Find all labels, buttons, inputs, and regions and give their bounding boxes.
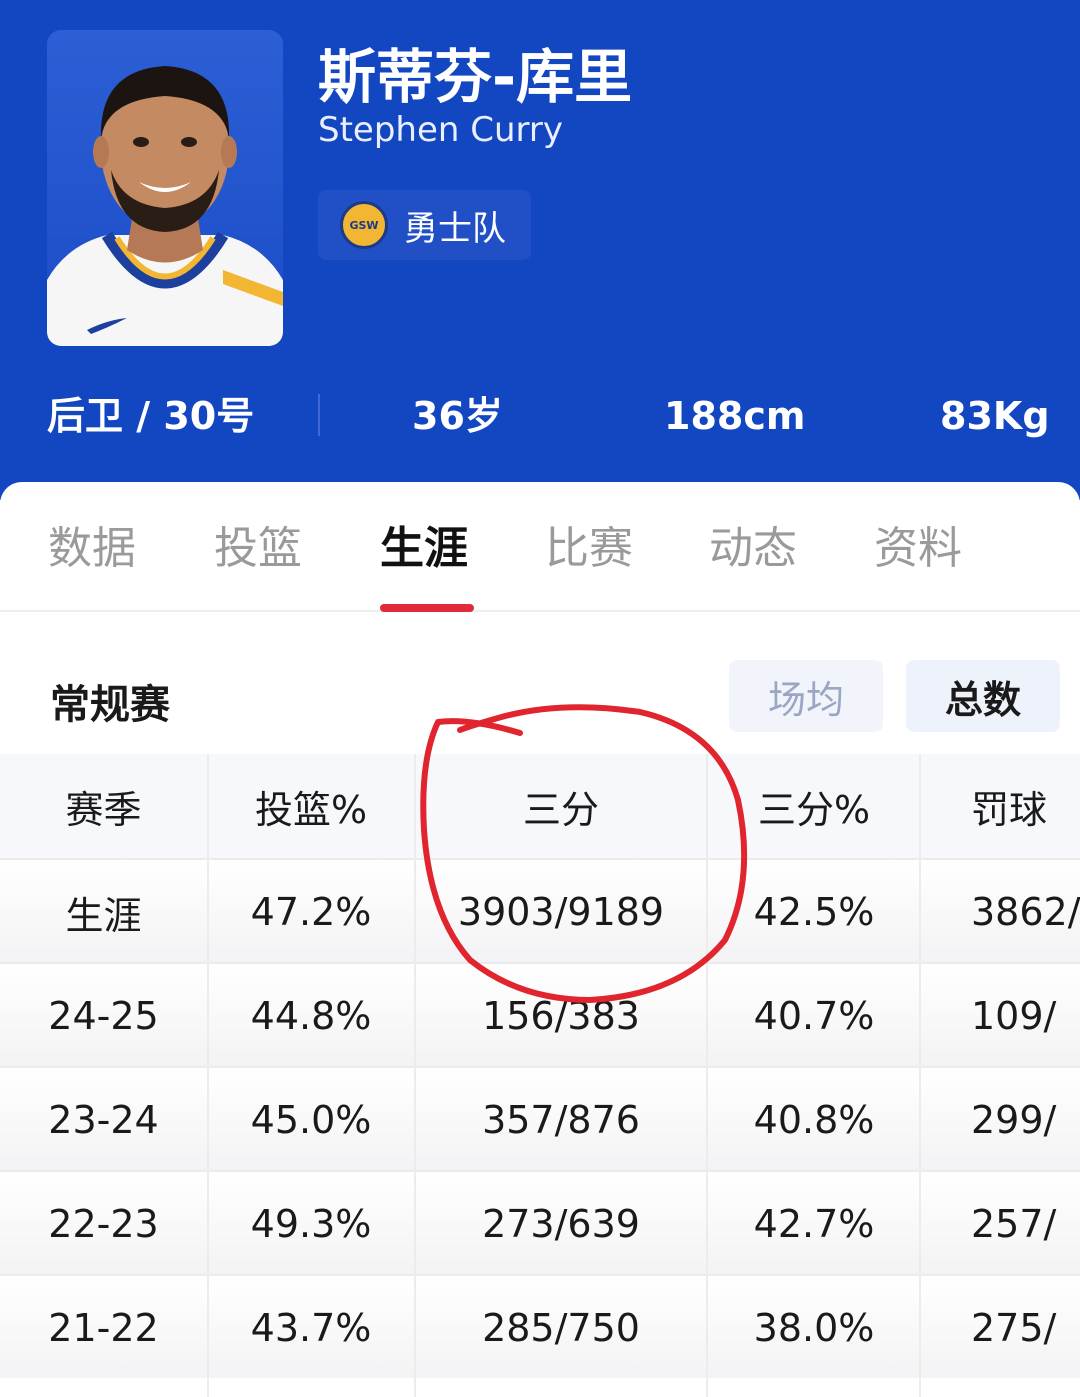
cell-season: 24-25 — [48, 994, 159, 1038]
cell-fg-pct: 44.8% — [250, 994, 372, 1038]
cell-three-pt-pct: 42.7% — [753, 1202, 875, 1246]
gsw-logo-icon: GSW — [340, 201, 388, 249]
tab-stats[interactable]: 数据 — [48, 512, 136, 576]
cell-season: 22-23 — [48, 1202, 159, 1246]
cell-fg-pct: 49.3% — [250, 1202, 372, 1246]
cell-free-throw: 3862/ — [971, 890, 1080, 934]
player-weight: 83Kg — [940, 394, 1050, 438]
table-row: 22-23 49.3% 273/639 42.7% 257/ — [0, 1170, 1080, 1274]
column-separator — [706, 754, 708, 1397]
player-height: 188cm — [664, 394, 806, 438]
table-row: 生涯 47.2% 3903/9189 42.5% 3862/ — [0, 858, 1080, 962]
team-chip[interactable]: GSW 勇士队 — [318, 190, 531, 260]
cell-three-pt-pct: 40.7% — [753, 994, 875, 1038]
info-divider — [318, 394, 320, 436]
per-game-toggle[interactable]: 场均 — [729, 660, 883, 732]
column-separator — [414, 754, 416, 1397]
col-header-three-pt-pct[interactable]: 三分% — [708, 754, 920, 858]
tab-news[interactable]: 动态 — [709, 512, 797, 576]
tab-shooting[interactable]: 投篮 — [214, 512, 302, 576]
col-header-season[interactable]: 赛季 — [0, 754, 207, 858]
column-separator — [207, 754, 209, 1397]
column-separator — [919, 754, 921, 1397]
player-header: 斯蒂芬-库里 Stephen Curry GSW 勇士队 后卫 / 30号 36… — [0, 0, 1080, 500]
player-photo — [47, 30, 283, 346]
cell-fg-pct: 45.0% — [250, 1098, 372, 1142]
content-card: 数据 投篮 生涯 比赛 动态 资料 常规赛 场均 总数 赛季 投篮% 三分 三分… — [0, 482, 1080, 1397]
player-name-en: Stephen Curry — [318, 110, 564, 150]
cell-free-throw: 275/ — [971, 1306, 1057, 1350]
tab-games[interactable]: 比赛 — [545, 512, 633, 576]
cell-fg-pct: 47.2% — [250, 890, 372, 934]
player-name-cn: 斯蒂芬-库里 — [318, 43, 633, 111]
cell-three-pt: 3903/9189 — [457, 890, 665, 934]
cell-season: 生涯 — [65, 893, 142, 938]
player-info-row: 后卫 / 30号 36岁 188cm 83Kg — [0, 388, 1080, 444]
position-number: 后卫 / 30号 — [47, 394, 255, 438]
team-name: 勇士队 — [404, 208, 506, 249]
cell-season: 23-24 — [48, 1098, 159, 1142]
cell-free-throw: 109/ — [971, 994, 1057, 1038]
cell-fg-pct: 43.7% — [250, 1306, 372, 1350]
totals-toggle[interactable]: 总数 — [906, 660, 1060, 732]
player-photo-illustration — [47, 66, 283, 346]
tab-bar: 数据 投篮 生涯 比赛 动态 资料 — [0, 482, 1080, 612]
col-header-fg-pct[interactable]: 投篮% — [208, 754, 414, 858]
cell-three-pt: 156/383 — [482, 994, 640, 1038]
active-tab-indicator — [380, 604, 474, 612]
tab-profile[interactable]: 资料 — [874, 512, 962, 576]
cell-free-throw: 299/ — [971, 1098, 1057, 1142]
col-header-three-pt[interactable]: 三分 — [415, 754, 707, 858]
player-age: 36岁 — [412, 394, 503, 438]
tab-career[interactable]: 生涯 — [380, 512, 468, 576]
col-header-free-throw[interactable]: 罚球 — [921, 754, 1080, 858]
table-row: 23-24 45.0% 357/876 40.8% 299/ — [0, 1066, 1080, 1170]
section-title: 常规赛 — [50, 682, 170, 728]
table-row: 21-22 43.7% 285/750 38.0% 275/ — [0, 1274, 1080, 1378]
table-row: 24-25 44.8% 156/383 40.7% 109/ — [0, 962, 1080, 1066]
table-header-row: 赛季 投篮% 三分 三分% 罚球 — [0, 754, 1080, 858]
cell-three-pt: 285/750 — [482, 1306, 640, 1350]
cell-season: 21-22 — [48, 1306, 159, 1350]
cell-three-pt-pct: 38.0% — [753, 1306, 875, 1350]
cell-three-pt-pct: 42.5% — [753, 890, 875, 934]
cell-three-pt: 273/639 — [482, 1202, 640, 1246]
cell-three-pt: 357/876 — [482, 1098, 640, 1142]
cell-free-throw: 257/ — [971, 1202, 1057, 1246]
cell-three-pt-pct: 40.8% — [753, 1098, 875, 1142]
